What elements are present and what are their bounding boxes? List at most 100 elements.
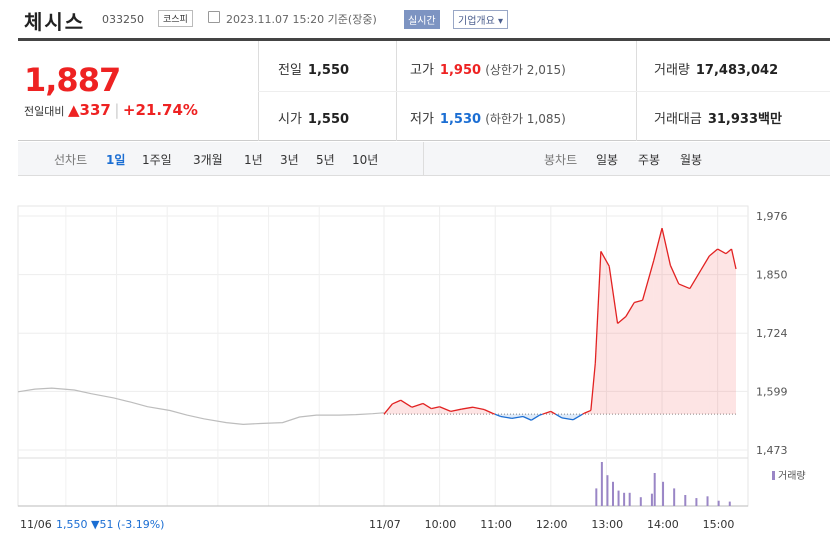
volume: 거래량 17,483,042 — [654, 59, 778, 78]
volume-bar — [611, 481, 614, 506]
quote-panel: 1,887 전일대비 ▲337 | +21.74% 전일 1,550 시가 1,55… — [18, 41, 830, 141]
price-chart[interactable]: 1,976 1,850 1,724 1,599 1,473 11/07 10:00 11:00… — [0, 176, 830, 548]
price-area-segment — [422, 403, 432, 415]
market-badge: 코스피 — [158, 10, 193, 27]
low-label: 저가 — [410, 112, 434, 127]
price-change: 전일대비 ▲337 | +21.74% — [24, 101, 198, 119]
price-area-segment — [642, 260, 654, 415]
price-area-segment — [709, 249, 718, 415]
price-area-segment — [678, 283, 690, 415]
prev-close: 전일 1,550 — [278, 59, 349, 78]
volume-bar — [606, 475, 609, 506]
prev-day-summary: 1,550 ▼51 (-3.19%) — [56, 518, 164, 531]
volume-legend: 거래량 — [778, 470, 806, 482]
change-label: 전일대비 — [24, 105, 65, 118]
volume-bar — [673, 488, 676, 506]
tab-1day[interactable]: 1일 — [106, 151, 125, 168]
amount-label: 거래대금 — [654, 112, 702, 127]
x-tick-label: 12:00 — [536, 518, 568, 531]
x-tick-label: 13:00 — [591, 518, 623, 531]
low-price: 저가 1,530 (하한가 1,085) — [410, 108, 566, 127]
line-chart-label: 선차트 — [54, 153, 88, 167]
tab-1week[interactable]: 1주일 — [142, 151, 172, 168]
x-tick-label: 10:00 — [425, 518, 457, 531]
candle-chart-label: 봉차트 — [544, 153, 578, 167]
period-tab-bar: 선차트 1일 1주일 3개월 1년 3년 5년 10년 봉차트 일봉 주봉 월봉 — [18, 142, 830, 176]
tab-3year[interactable]: 3년 — [280, 151, 299, 168]
price-area-segment — [625, 302, 635, 415]
price-area-segment — [689, 269, 701, 415]
volume-bar — [617, 490, 620, 506]
volume-bar — [706, 496, 709, 506]
prev-day-line — [17, 387, 385, 426]
amount-unit: 백만 — [758, 112, 782, 127]
prev-day-label: 11/06 — [20, 518, 52, 531]
volume-bar — [623, 492, 626, 506]
tab-monthly[interactable]: 월봉 — [680, 151, 702, 168]
price-area-segment — [400, 400, 412, 415]
tab-3month[interactable]: 3개월 — [193, 151, 223, 168]
current-price: 1,887 — [24, 61, 121, 99]
change-percent: +21.74% — [122, 101, 198, 119]
tab-5year[interactable]: 5년 — [316, 151, 335, 168]
volume-bar — [728, 501, 731, 506]
x-tick-label: 14:00 — [647, 518, 679, 531]
change-amount: 337 — [79, 101, 111, 119]
price-area-segment — [717, 249, 726, 415]
volume-bar — [639, 497, 642, 506]
x-tick-label: 11:00 — [480, 518, 512, 531]
x-tick-label: 15:00 — [703, 518, 735, 531]
price-area-segment — [662, 228, 671, 415]
open-price: 시가 1,550 — [278, 108, 349, 127]
tab-10year[interactable]: 10년 — [352, 151, 378, 168]
high-label: 고가 — [410, 63, 434, 78]
volume-bar — [650, 493, 653, 506]
volume-bars — [595, 462, 731, 506]
volume-bar — [653, 473, 656, 506]
stock-code: 033250 — [102, 13, 144, 26]
upper-limit: (상한가 2,015) — [485, 63, 566, 77]
volume-bar — [628, 492, 631, 506]
price-line-segment — [492, 412, 496, 415]
high-price: 고가 1,950 (상한가 2,015) — [410, 59, 566, 78]
tab-1year[interactable]: 1년 — [244, 151, 263, 168]
y-tick-label: 1,473 — [756, 444, 788, 457]
stock-name[interactable]: 체시스 — [24, 6, 85, 35]
calendar-icon — [208, 11, 220, 23]
company-info-button[interactable]: 기업개요 ▾ — [453, 10, 508, 29]
high-value: 1,950 — [439, 63, 482, 78]
tab-daily[interactable]: 일봉 — [596, 151, 618, 168]
price-area-segment — [609, 266, 618, 415]
y-tick-label: 1,976 — [756, 210, 788, 223]
y-tick-label: 1,724 — [756, 327, 788, 340]
price-area-segment — [731, 249, 736, 415]
volume-bar — [595, 488, 598, 506]
prev-close-label: 전일 — [278, 63, 302, 78]
datetime-label: 2023.11.07 15:20 기준(장중) — [226, 13, 377, 26]
lower-limit: (하한가 1,085) — [485, 112, 566, 126]
volume-bar — [717, 500, 720, 506]
tab-weekly[interactable]: 주봉 — [638, 151, 660, 168]
price-line-segment — [539, 413, 543, 416]
y-tick-label: 1,599 — [756, 385, 788, 398]
price-line-segment — [582, 412, 585, 415]
trade-amount: 거래대금 31,933백만 — [654, 108, 782, 127]
volume-value: 17,483,042 — [695, 63, 779, 78]
realtime-badge[interactable]: 실시간 — [404, 10, 440, 29]
volume-legend-swatch — [772, 471, 775, 480]
open-value: 1,550 — [307, 112, 350, 127]
stock-header: 체시스 033250 코스피 2023.11.07 15:20 기준(장중) 실… — [0, 0, 830, 38]
volume-bar — [684, 495, 687, 506]
volume-bar — [600, 462, 603, 506]
price-area-segment — [700, 256, 710, 415]
price-area-segment — [600, 251, 610, 415]
price-area-segment — [670, 265, 679, 415]
x-tick-label: 11/07 — [369, 518, 401, 531]
prev-close-value: 1,550 — [307, 63, 350, 78]
volume-label: 거래량 — [654, 63, 690, 78]
price-area-segment — [725, 249, 732, 415]
low-value: 1,530 — [439, 112, 482, 127]
volume-bar — [662, 481, 665, 506]
up-arrow-icon: ▲ — [67, 101, 80, 119]
tab-divider — [423, 142, 424, 176]
